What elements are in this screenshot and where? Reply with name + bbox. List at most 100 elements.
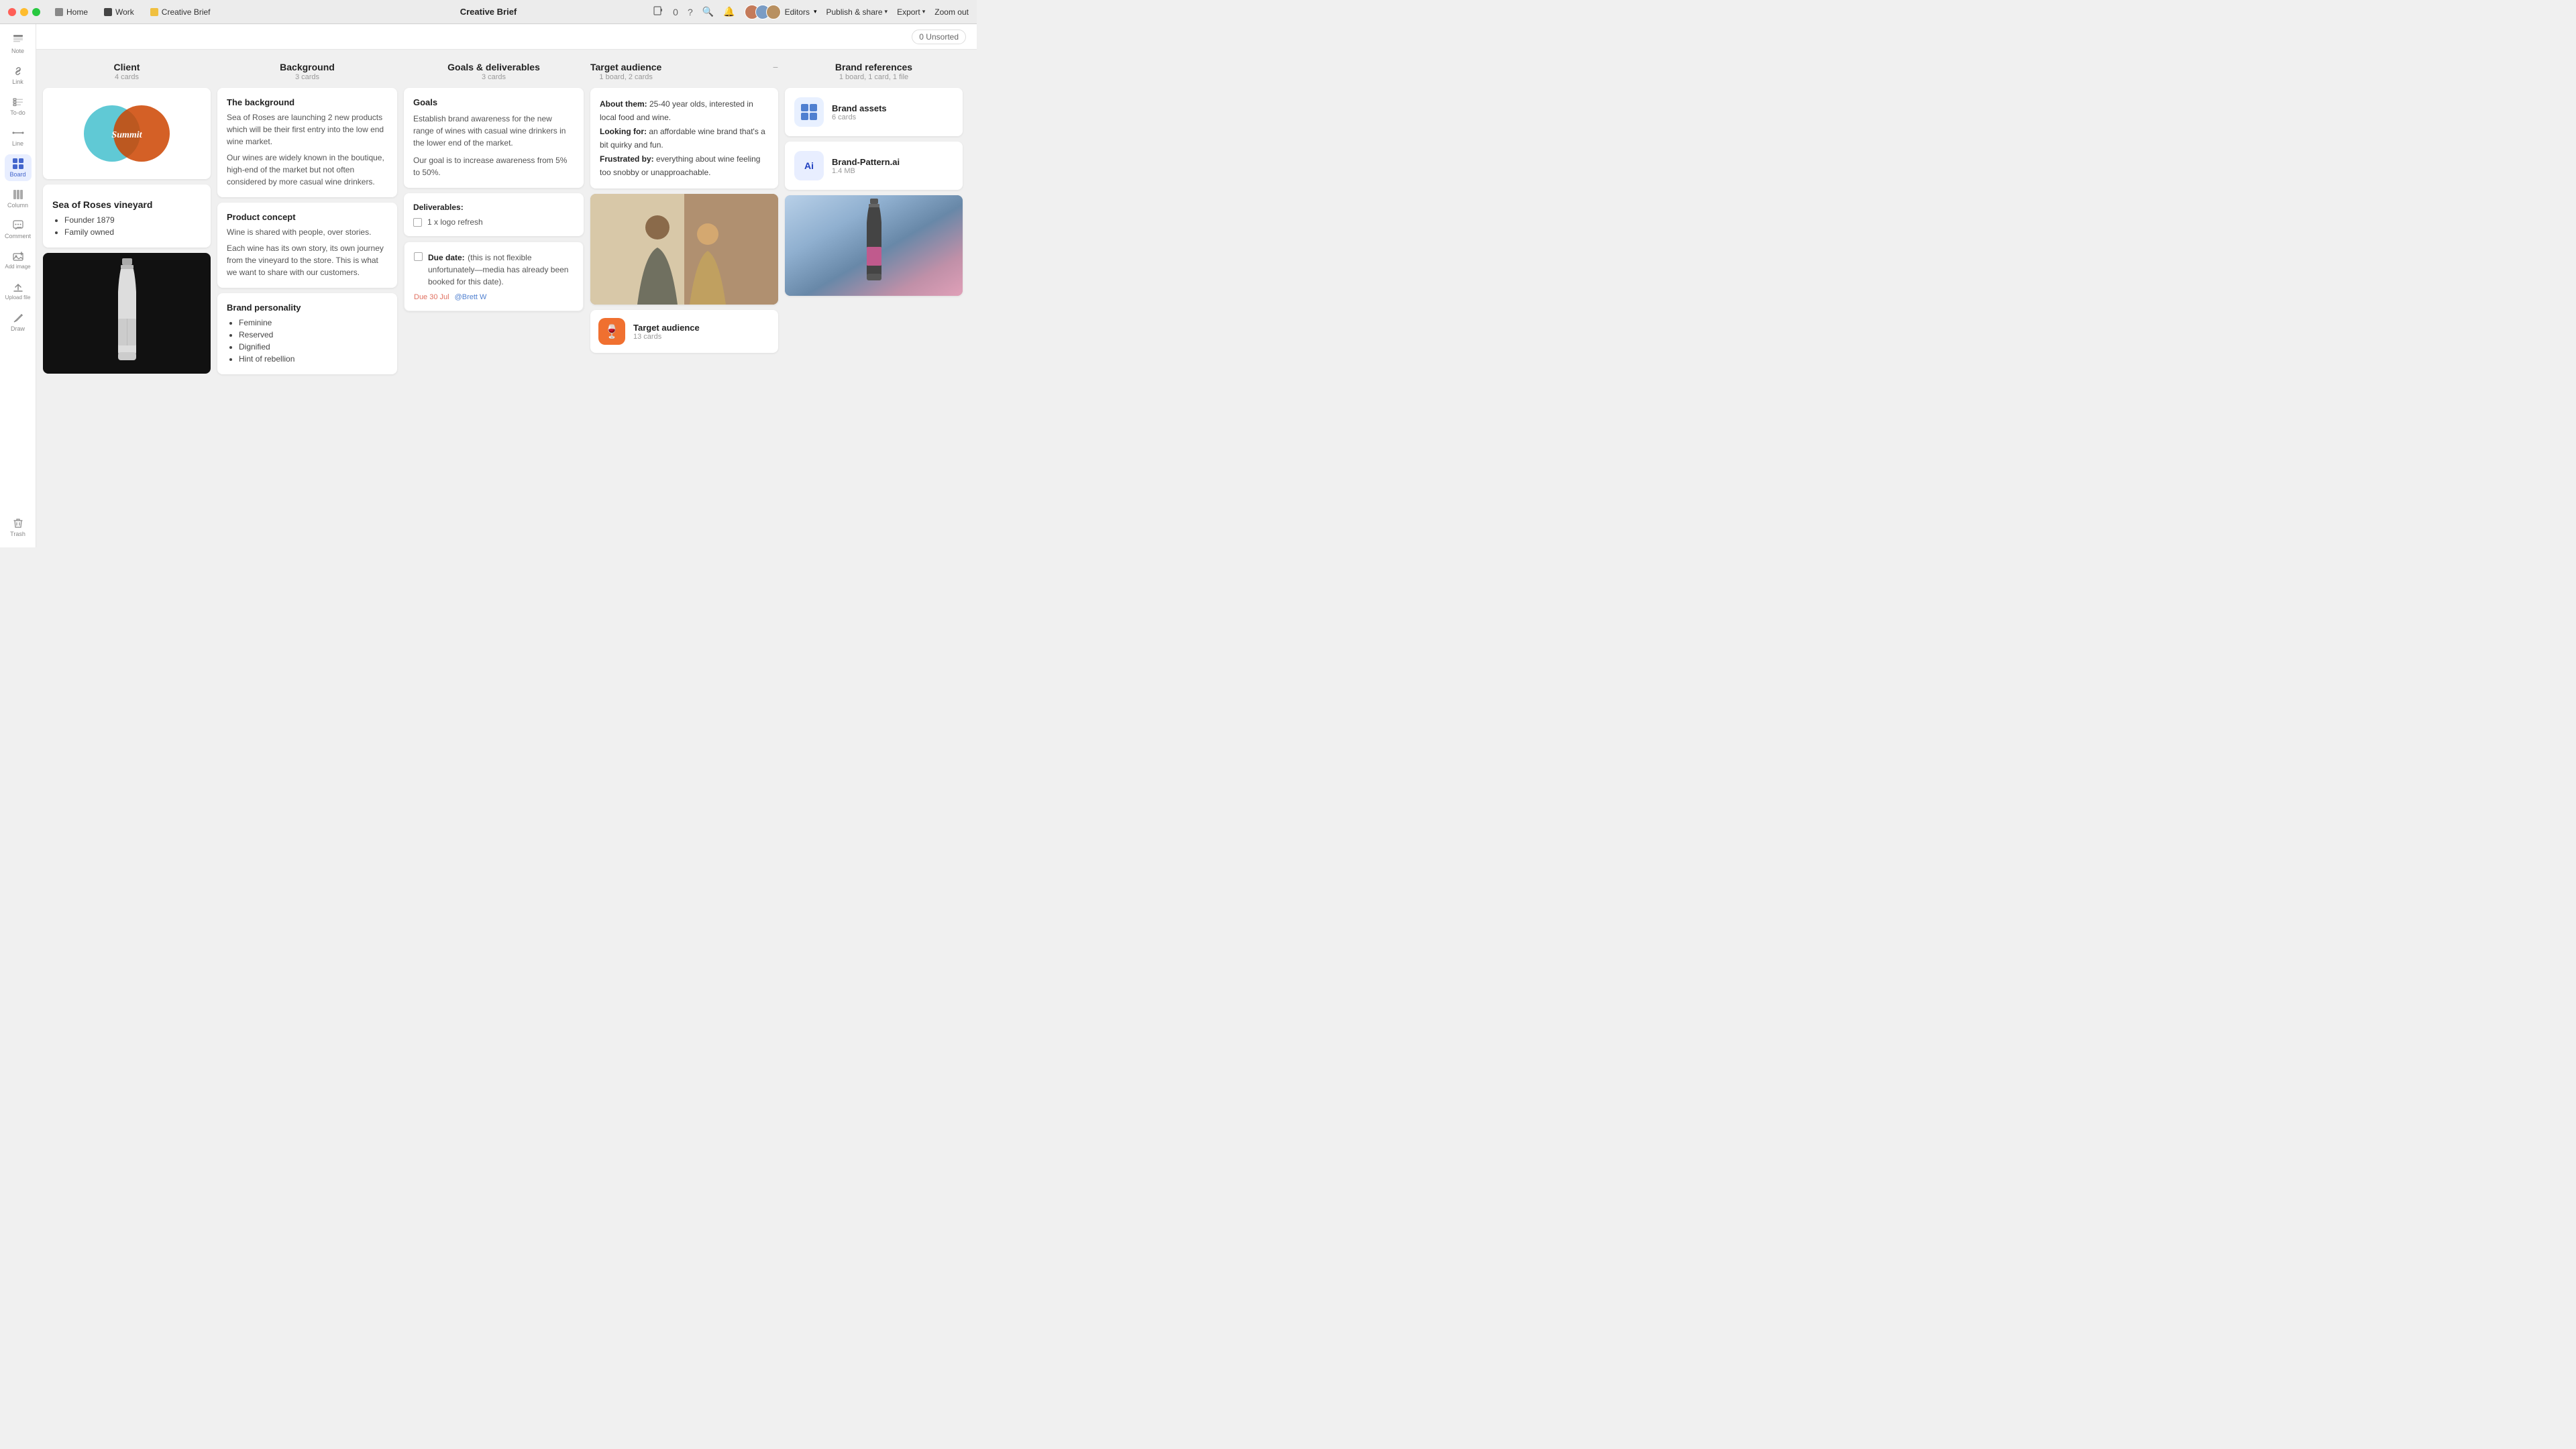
brand-personality-card: Brand personality Feminine Reserved Dign… — [217, 293, 397, 374]
sidebar-item-board[interactable]: Board — [5, 154, 32, 181]
close-button[interactable] — [8, 8, 16, 16]
sidebar: Note Link To-do — [0, 24, 36, 547]
sidebar-item-upload[interactable]: Upload file — [5, 278, 32, 305]
goals-card: Goals Establish brand awareness for the … — [404, 88, 584, 188]
publish-share-button[interactable]: Publish & share ▾ — [826, 7, 888, 17]
brand-assets-ref-card[interactable]: Brand assets 6 cards — [785, 88, 963, 136]
deliverables-card: Deliverables: 1 x logo refresh — [404, 193, 584, 236]
sidebar-item-link[interactable]: Link — [5, 62, 32, 89]
avatar-3 — [766, 5, 781, 19]
audience-info-card: About them: 25-40 year olds, interested … — [590, 88, 778, 189]
editors-chevron[interactable]: ▾ — [814, 8, 817, 15]
comment-label: Comment — [5, 233, 31, 239]
notifications-icon[interactable]: 0 — [673, 7, 678, 17]
audience-about: About them: 25-40 year olds, interested … — [600, 97, 769, 179]
column-background: Background 3 cards The background Sea of… — [217, 58, 397, 539]
product-concept-card: Product concept Wine is shared with peop… — [217, 203, 397, 288]
target-collapse-icon[interactable]: − — [773, 62, 778, 72]
personality-reserved: Reserved — [239, 329, 388, 341]
column-label: Column — [7, 202, 28, 209]
brand-pattern-ref-card[interactable]: Ai Brand-Pattern.ai 1.4 MB — [785, 142, 963, 190]
sidebar-item-draw[interactable]: Draw — [5, 309, 32, 335]
titlebar: Home Work Creative Brief Creative Brief … — [0, 0, 977, 24]
sidebar-item-comment[interactable]: Comment — [5, 216, 32, 243]
sidebar-item-todo[interactable]: To-do — [5, 93, 32, 119]
deliverable-checkbox[interactable] — [413, 218, 422, 227]
background-section-title: The background — [227, 97, 388, 107]
publish-chevron: ▾ — [885, 8, 888, 15]
column-client: Client 4 cards Summit Sea of Roses viney… — [43, 58, 211, 539]
background-text: Sea of Roses are launching 2 new product… — [227, 111, 388, 188]
titlebar-right: 0 ? 🔍 🔔 Editors ▾ Publish & share ▾ Expo… — [653, 5, 969, 19]
client-title: Client — [43, 62, 211, 72]
trash-label: Trash — [10, 531, 25, 537]
goals-card-title: Goals — [413, 97, 574, 107]
export-button[interactable]: Export ▾ — [897, 7, 925, 17]
export-chevron: ▾ — [922, 8, 926, 15]
brand-assets-icon — [794, 97, 824, 127]
background-card: The background Sea of Roses are launchin… — [217, 88, 397, 197]
vineyard-info-card: Sea of Roses vineyard Founder 1879 Famil… — [43, 184, 211, 248]
draw-label: Draw — [11, 325, 25, 332]
due-date-tag[interactable]: Due 30 Jul — [414, 293, 449, 301]
target-column-header: Target audience 1 board, 2 cards − — [590, 58, 778, 83]
unsorted-badge[interactable]: 0 Unsorted — [912, 30, 966, 44]
ai-file-icon: Ai — [794, 151, 824, 180]
brand-assets-cards-title: Brand assets cards — [969, 62, 977, 72]
goals-title: Goals & deliverables — [404, 62, 584, 72]
help-icon[interactable]: ? — [688, 7, 693, 17]
main-area: 0 Unsorted Client 4 cards Summit — [36, 24, 977, 547]
target-board-count: 13 cards — [633, 333, 700, 341]
device-icon[interactable] — [653, 5, 663, 18]
due-assignee-tag[interactable]: @Brett W — [455, 293, 487, 301]
due-date-card: Due date: (this is not flexible unfortun… — [404, 241, 584, 311]
sidebar-item-line[interactable]: Line — [5, 123, 32, 150]
avatar-stack — [745, 5, 781, 19]
column-brand-assets-cards: Brand assets cards 6 cards — [969, 58, 977, 539]
audience-photo-card — [590, 194, 778, 305]
svg-text:Summit: Summit — [111, 130, 142, 140]
editors-label[interactable]: Editors — [785, 7, 810, 17]
tab-home[interactable]: Home — [48, 5, 95, 19]
board-label: Board — [9, 171, 25, 178]
brand-ref-title: Brand references — [785, 62, 963, 72]
vineyard-name: Sea of Roses vineyard — [52, 199, 201, 210]
search-icon[interactable]: 🔍 — [702, 6, 714, 17]
target-audience-board-card[interactable]: 🍷 Target audience 13 cards — [590, 310, 778, 353]
minimize-button[interactable] — [20, 8, 28, 16]
product-concept-title: Product concept — [227, 212, 388, 222]
bell-icon[interactable]: 🔔 — [723, 6, 735, 17]
column-brand-references: Brand references 1 board, 1 card, 1 file — [785, 58, 963, 539]
top-bar: 0 Unsorted — [36, 24, 977, 50]
due-checkbox[interactable] — [414, 252, 423, 261]
zoom-out-button[interactable]: Zoom out — [934, 7, 969, 17]
sidebar-item-add-image[interactable]: Add image — [5, 247, 32, 274]
editors-section: Editors ▾ — [745, 5, 817, 19]
brand-ref-column-header: Brand references 1 board, 1 card, 1 file — [785, 58, 963, 83]
goals-card-text: Establish brand awareness for the new ra… — [413, 113, 574, 178]
tab-work[interactable]: Work — [97, 5, 141, 19]
brand-assets-count: 6 cards — [832, 113, 887, 121]
wine-bottle-dark-card — [43, 253, 211, 374]
brand-assets-column-header: Brand assets cards 6 cards — [969, 58, 977, 83]
brand-personality-list: Feminine Reserved Dignified Hint of rebe… — [227, 317, 388, 365]
deliverable-text: 1 x logo refresh — [427, 217, 483, 227]
target-title: Target audience — [590, 62, 661, 72]
sidebar-item-trash[interactable]: Trash — [5, 514, 32, 541]
deliverable-item: 1 x logo refresh — [413, 217, 574, 227]
note-label: Note — [11, 48, 24, 54]
upload-label: Upload file — [5, 295, 31, 301]
tab-bar: Home Work Creative Brief — [48, 5, 217, 19]
wine-bottle-ref-card — [785, 195, 963, 296]
bullet-founder: Founder 1879 — [64, 214, 201, 226]
sidebar-item-column[interactable]: Column — [5, 185, 32, 212]
column-target-audience: Target audience 1 board, 2 cards − About… — [590, 58, 778, 539]
tab-brief[interactable]: Creative Brief — [144, 5, 217, 19]
brand-assets-name: Brand assets — [832, 103, 887, 113]
sidebar-item-note[interactable]: Note — [5, 31, 32, 58]
maximize-button[interactable] — [32, 8, 40, 16]
personality-feminine: Feminine — [239, 317, 388, 329]
line-label: Line — [12, 140, 23, 147]
logo-card: Summit — [43, 88, 211, 179]
bullet-family: Family owned — [64, 226, 201, 238]
